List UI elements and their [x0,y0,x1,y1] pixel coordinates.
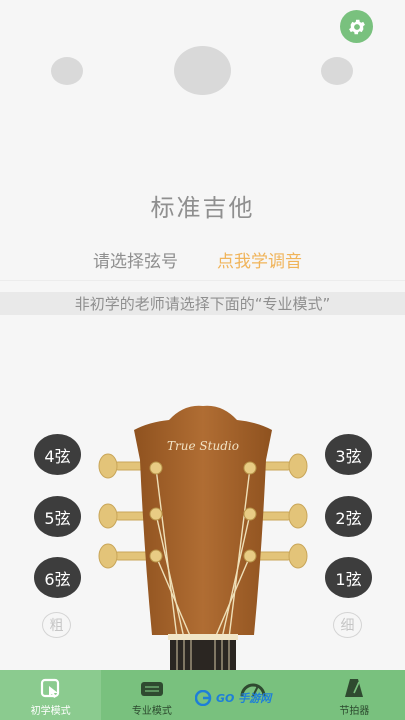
tab-label: 节拍器 [339,706,370,717]
tab-metronome[interactable]: 节拍器 [304,670,405,720]
pro-mode-hint: 非初学的老师请选择下面的“专业模式” [0,292,405,315]
gear-icon [348,19,365,34]
tab-beginner-mode[interactable]: 初学模式 [0,670,102,720]
tab-pro-mode[interactable]: 专业模式 [101,670,202,720]
tuning-indicator-left [51,57,83,85]
metronome-icon [345,679,364,697]
selection-row: 请选择弦号 点我学调音 [0,247,405,272]
tab-label: 专业模式 [131,706,172,717]
thin-string-label: 细 [333,612,362,638]
instrument-title: 标准吉他 [150,194,255,222]
beginner-mode-icon [40,678,59,698]
learn-tuning-link[interactable]: 点我学调音 [217,247,302,272]
string-5-button[interactable]: 5弦 [34,496,81,537]
string-4-button[interactable]: 4弦 [34,434,81,475]
tuning-indicator-center [174,46,231,95]
pro-mode-icon [140,682,163,696]
brand-logo: True Studio [167,439,239,453]
select-string-prompt: 请选择弦号 [93,252,178,272]
tuning-indicator-right [321,57,353,85]
string-2-button[interactable]: 2弦 [325,496,372,537]
string-1-button[interactable]: 1弦 [325,557,372,598]
divider [0,280,405,281]
guitar-headstock: True Studio [98,405,308,670]
string-6-button[interactable]: 6弦 [34,557,81,598]
watermark-text: GO 手游网 [216,692,272,705]
settings-button[interactable] [340,10,373,43]
watermark: GO 手游网 [195,688,271,708]
thick-string-label: 粗 [42,612,71,638]
watermark-logo-icon [195,690,212,706]
tab-label: 初学模式 [30,706,71,717]
string-3-button[interactable]: 3弦 [325,434,372,475]
